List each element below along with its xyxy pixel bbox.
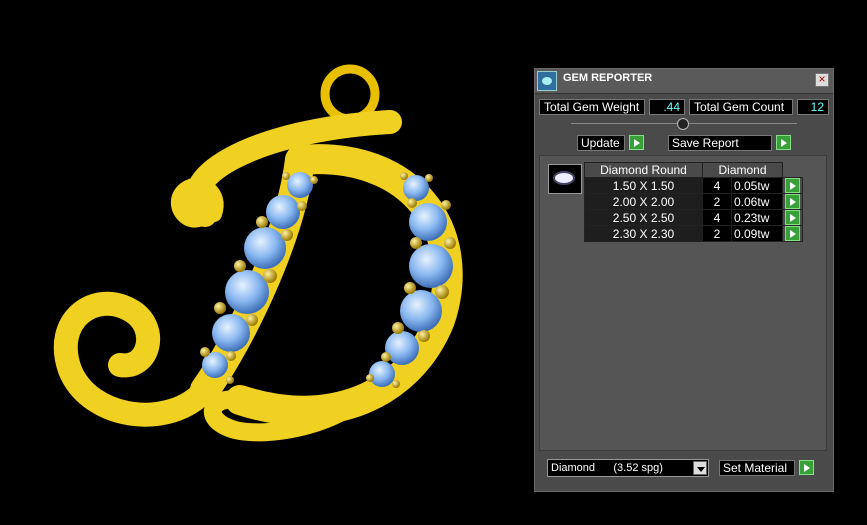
gem-thumbnail-icon[interactable] (548, 164, 582, 194)
gem-weight: 0.06tw (731, 193, 783, 210)
material-select[interactable]: Diamond (3.52 spg) (547, 459, 709, 477)
gem-weight: 0.05tw (731, 177, 783, 194)
set-material-button[interactable]: Set Material (719, 460, 795, 476)
material-select-value: Diamond (3.52 spg) (551, 462, 663, 474)
gem-weight: 0.09tw (731, 225, 783, 242)
slider-knob[interactable] (677, 118, 689, 130)
select-row-play-icon[interactable] (785, 226, 800, 241)
gem-count: 2 (702, 225, 732, 242)
table-row: 2.50 X 2.50 4 0.23tw (584, 209, 803, 226)
gem-reporter-panel: GEM REPORTER × Total Gem Weight .44 Tota… (534, 68, 834, 492)
gem-size: 2.30 X 2.30 (584, 225, 703, 242)
gem-table-header: Diamond Round Diamond (584, 162, 803, 178)
save-report-play-icon[interactable] (776, 135, 791, 150)
gem-size: 2.00 X 2.00 (584, 193, 703, 210)
gem-size: 2.50 X 2.50 (584, 209, 703, 226)
total-gem-count-label: Total Gem Count (689, 99, 793, 115)
header-material: Diamond (702, 162, 783, 178)
gem-reporter-app-icon (537, 71, 557, 91)
save-report-button[interactable]: Save Report (668, 135, 772, 151)
select-row-play-icon[interactable] (785, 194, 800, 209)
3d-viewport[interactable] (0, 0, 530, 520)
table-row: 2.30 X 2.30 2 0.09tw (584, 225, 803, 242)
panel-titlebar[interactable]: GEM REPORTER × (535, 69, 833, 94)
gem-list-area: Diamond Round Diamond 1.50 X 1.50 4 0.05… (539, 155, 827, 451)
set-material-play-icon[interactable] (799, 460, 814, 475)
update-play-icon[interactable] (629, 135, 644, 150)
table-row: 1.50 X 1.50 4 0.05tw (584, 177, 803, 194)
table-row: 2.00 X 2.00 2 0.06tw (584, 193, 803, 210)
pendant-render (53, 64, 463, 442)
total-gem-weight-value: .44 (649, 99, 685, 115)
select-row-play-icon[interactable] (785, 210, 800, 225)
header-spacer (782, 162, 803, 178)
gem-count: 4 (702, 209, 732, 226)
total-gem-weight-label: Total Gem Weight (539, 99, 645, 115)
gem-count: 2 (702, 193, 732, 210)
close-button[interactable]: × (815, 73, 829, 87)
dropdown-arrow-icon[interactable] (693, 461, 707, 475)
gem-size: 1.50 X 1.50 (584, 177, 703, 194)
gem-table: Diamond Round Diamond 1.50 X 1.50 4 0.05… (584, 162, 803, 242)
total-gem-count-value: 12 (797, 99, 829, 115)
select-row-play-icon[interactable] (785, 178, 800, 193)
gem-weight: 0.23tw (731, 209, 783, 226)
update-button[interactable]: Update (577, 135, 625, 151)
header-shape: Diamond Round (584, 162, 703, 178)
gem-count: 4 (702, 177, 732, 194)
panel-title: GEM REPORTER (563, 72, 653, 84)
